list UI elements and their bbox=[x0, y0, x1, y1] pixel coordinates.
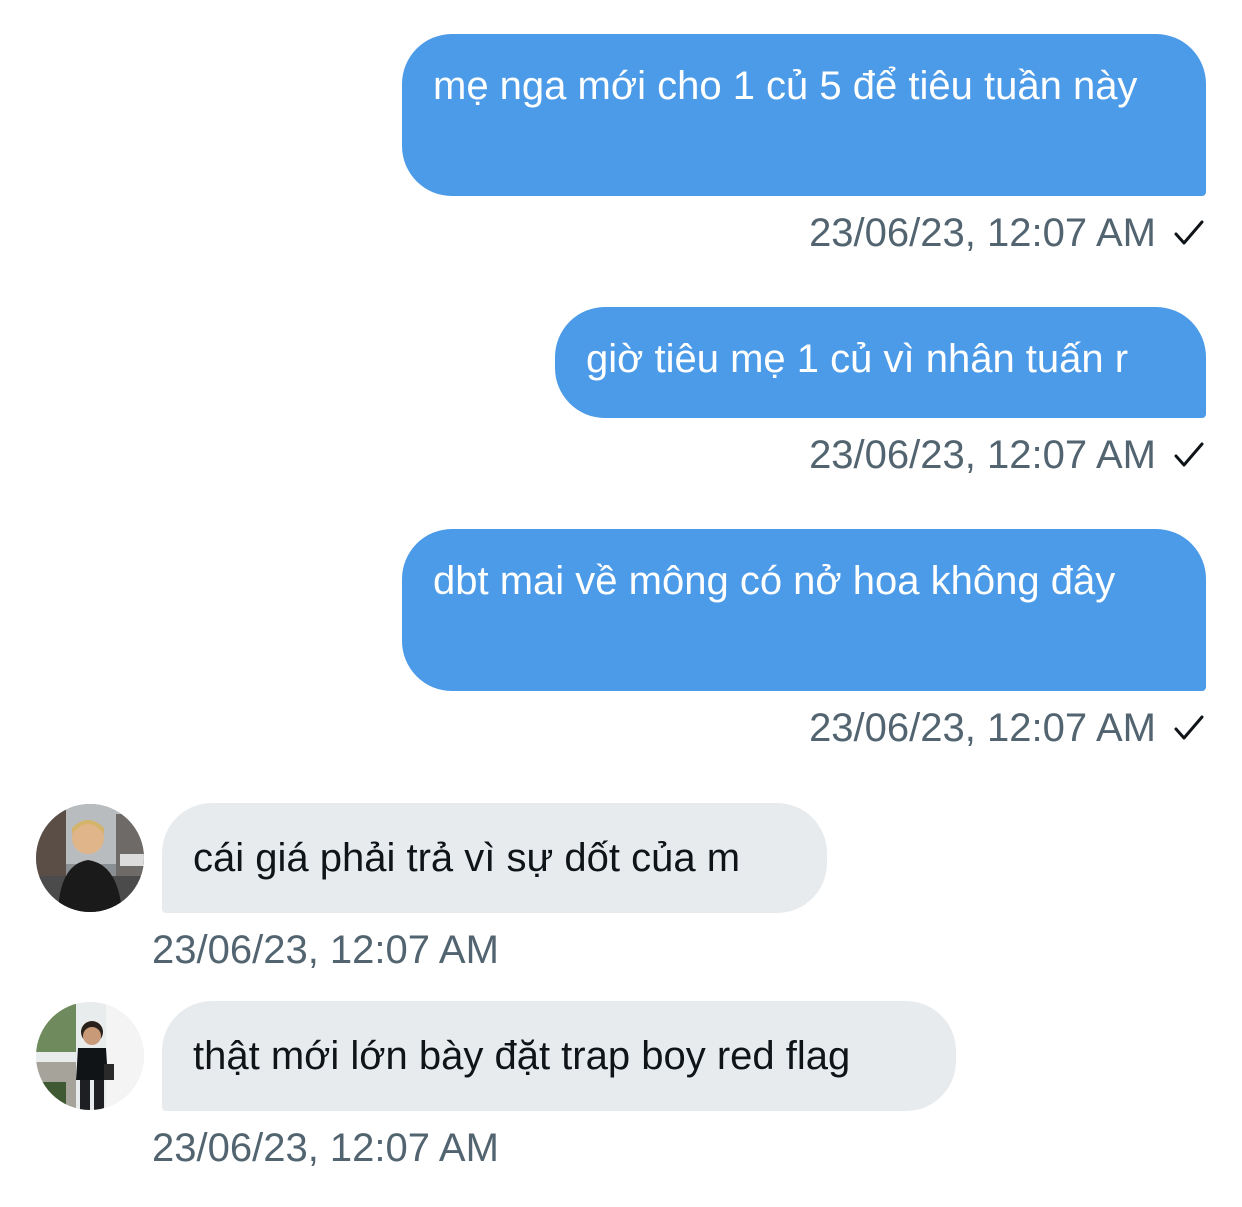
message-bubble-outgoing[interactable]: giờ tiêu mẹ 1 củ vì nhân tuấn r bbox=[555, 307, 1206, 418]
message-timestamp: 23/06/23, 12:07 AM bbox=[809, 706, 1156, 750]
message-text: mẹ nga mới cho 1 củ 5 để tiêu tuần này bbox=[433, 64, 1138, 108]
message-meta: 23/06/23, 12:07 AM bbox=[809, 209, 1206, 257]
check-icon bbox=[1174, 220, 1204, 245]
message-meta: 23/06/23, 12:07 AM bbox=[809, 431, 1206, 479]
message-bubble-outgoing[interactable]: mẹ nga mới cho 1 củ 5 để tiêu tuần này bbox=[402, 34, 1206, 196]
message-text: dbt mai về mông có nở hoa không đây bbox=[433, 559, 1116, 603]
message-bubble-incoming[interactable]: cái giá phải trả vì sự dốt của m bbox=[162, 803, 827, 913]
message-timestamp: 23/06/23, 12:07 AM bbox=[809, 433, 1156, 477]
avatar-photo bbox=[36, 804, 144, 912]
message-bubble-incoming[interactable]: thật mới lớn bày đặt trap boy red flag bbox=[162, 1001, 956, 1111]
avatar[interactable] bbox=[36, 1002, 144, 1110]
message-text: thật mới lớn bày đặt trap boy red flag bbox=[193, 1034, 851, 1078]
message-text: cái giá phải trả vì sự dốt của m bbox=[193, 836, 741, 880]
message-timestamp: 23/06/23, 12:07 AM bbox=[152, 1126, 499, 1170]
check-icon bbox=[1174, 442, 1204, 467]
message-bubble-outgoing[interactable]: dbt mai về mông có nở hoa không đây bbox=[402, 529, 1206, 691]
message-text: giờ tiêu mẹ 1 củ vì nhân tuấn r bbox=[586, 337, 1129, 381]
message-meta: 23/06/23, 12:07 AM bbox=[809, 704, 1206, 752]
avatar[interactable] bbox=[36, 804, 144, 912]
message-timestamp: 23/06/23, 12:07 AM bbox=[152, 928, 499, 972]
check-icon bbox=[1174, 715, 1204, 740]
avatar-photo bbox=[36, 1002, 144, 1110]
message-timestamp: 23/06/23, 12:07 AM bbox=[809, 211, 1156, 255]
